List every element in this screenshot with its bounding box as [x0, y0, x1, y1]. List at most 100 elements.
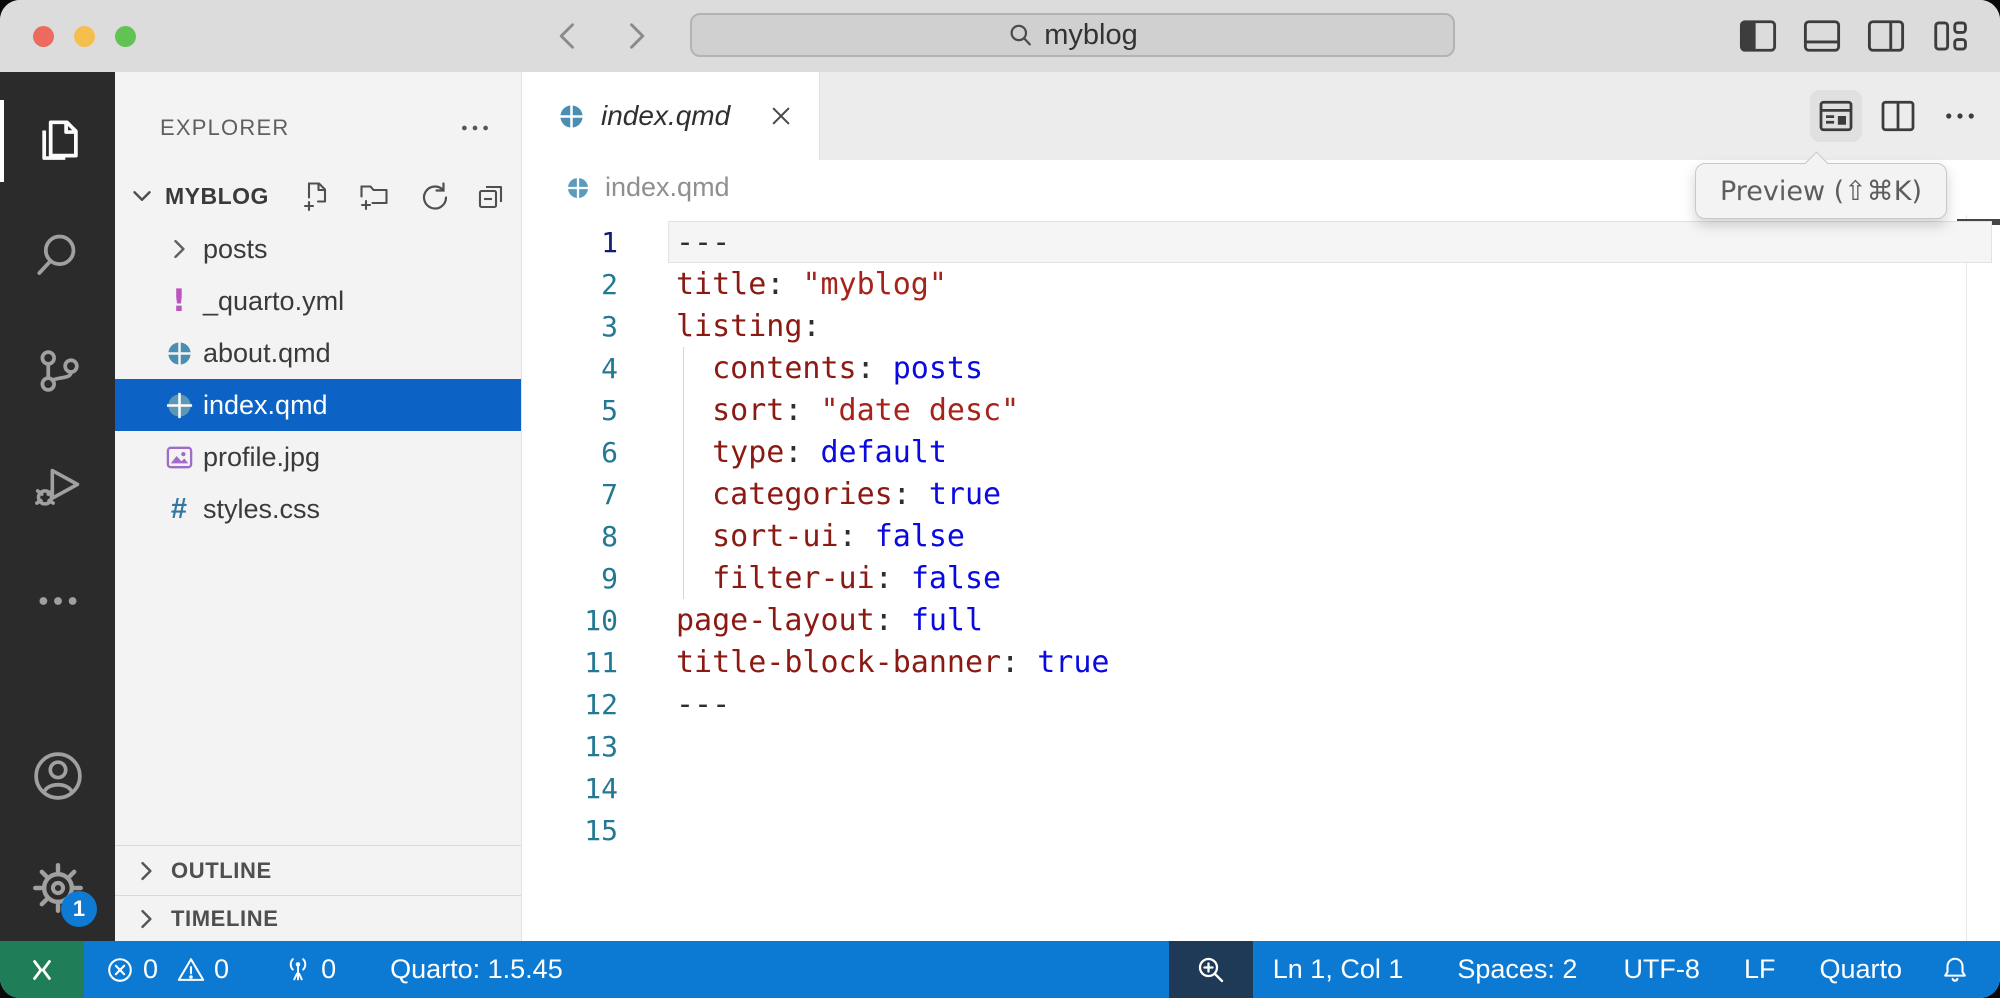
- eol-status[interactable]: LF: [1730, 941, 1790, 998]
- search-icon: [32, 230, 84, 282]
- quarto-file-icon: [556, 101, 587, 132]
- activitybar-source-control[interactable]: [0, 330, 115, 412]
- toggle-secondary-sidebar-button[interactable]: [1866, 14, 1906, 58]
- code-line: 2 title: "myblog": [522, 263, 2000, 305]
- tab-index-qmd[interactable]: index.qmd: [522, 72, 820, 160]
- settings-badge: 1: [61, 891, 97, 927]
- activitybar-settings[interactable]: 1: [0, 847, 115, 929]
- tree-item-styles-css[interactable]: # styles.css: [115, 483, 521, 535]
- outline-label: OUTLINE: [171, 858, 272, 884]
- line-number: 10: [522, 604, 618, 637]
- yaml-file-icon: !: [157, 279, 201, 323]
- explorer-title: EXPLORER: [160, 115, 289, 141]
- activitybar-search[interactable]: [0, 215, 115, 297]
- status-bar-right: Ln 1, Col 1 Spaces: 2 UTF-8 LF Quarto: [1169, 941, 2000, 998]
- tree-item-quarto-yml[interactable]: ! _quarto.yml: [115, 275, 521, 327]
- error-icon: [105, 955, 135, 985]
- activitybar-more[interactable]: [0, 560, 115, 642]
- close-window-button[interactable]: [33, 26, 54, 47]
- traffic-lights: [33, 26, 136, 47]
- zoom-window-button[interactable]: [115, 26, 136, 47]
- editor-actions: [1810, 88, 1986, 144]
- collapse-all-icon: [475, 180, 507, 212]
- new-file-button[interactable]: [295, 175, 339, 217]
- navigate-back-button[interactable]: [546, 14, 590, 58]
- search-value: myblog: [1044, 19, 1138, 52]
- tree-item-about-qmd[interactable]: about.qmd: [115, 327, 521, 379]
- code-editor[interactable]: 1 --- 2 title: "myblog" 3 listing: 4 con…: [522, 215, 2000, 941]
- toggle-primary-sidebar-button[interactable]: [1738, 14, 1778, 58]
- explorer-more-actions-button[interactable]: [453, 108, 497, 148]
- scrollbar-track-line: [1966, 215, 1967, 941]
- ports-status[interactable]: 0: [269, 941, 350, 998]
- navigate-forward-button[interactable]: [614, 14, 658, 58]
- collapse-folders-button[interactable]: [469, 175, 513, 217]
- line-number: 7: [522, 478, 618, 511]
- panel-bottom-icon: [1803, 19, 1841, 53]
- code-line: 10 page-layout: full: [522, 599, 2000, 641]
- language-mode-status[interactable]: Quarto: [1805, 941, 1916, 998]
- tab-label: index.qmd: [601, 100, 730, 132]
- explorer-header: EXPLORER: [160, 108, 497, 148]
- code-line: 5 sort: "date desc": [522, 389, 2000, 431]
- code-line: 1 ---: [522, 221, 2000, 263]
- problems-status[interactable]: 0 0: [84, 941, 243, 998]
- activitybar-run-debug[interactable]: [0, 445, 115, 527]
- warning-count: 0: [214, 954, 229, 985]
- code-line: 11 title-block-banner: true: [522, 641, 2000, 683]
- quarto-zoom-status[interactable]: [1169, 941, 1253, 998]
- remote-indicator[interactable]: [0, 941, 84, 998]
- tree-item-profile-jpg[interactable]: profile.jpg: [115, 431, 521, 483]
- sidebar-bottom-sections: OUTLINE TIMELINE: [115, 845, 521, 941]
- ellipsis-icon: [1942, 98, 1978, 134]
- timeline-section-header[interactable]: TIMELINE: [115, 895, 521, 941]
- zoom-in-icon: [1195, 954, 1227, 986]
- breadcrumb-file: index.qmd: [605, 172, 730, 203]
- activitybar-explorer[interactable]: [0, 100, 115, 182]
- explorer-sidebar: EXPLORER MYBLOG: [115, 72, 522, 941]
- preview-icon: [1816, 97, 1856, 135]
- cursor-position-status[interactable]: Ln 1, Col 1: [1253, 941, 1418, 998]
- command-center-search[interactable]: myblog: [690, 13, 1455, 57]
- toggle-panel-button[interactable]: [1802, 14, 1842, 58]
- minimize-window-button[interactable]: [74, 26, 95, 47]
- outline-section-header[interactable]: OUTLINE: [115, 845, 521, 895]
- customize-layout-button[interactable]: [1930, 14, 1970, 58]
- tab-strip: index.qmd: [522, 72, 2000, 160]
- current-line-highlight: [668, 221, 1992, 263]
- css-file-icon: #: [157, 487, 201, 531]
- preview-button[interactable]: [1810, 90, 1862, 142]
- encoding-status[interactable]: UTF-8: [1609, 941, 1714, 998]
- tree-item-posts[interactable]: posts: [115, 223, 521, 275]
- line-number: 6: [522, 436, 618, 469]
- editor-more-actions-button[interactable]: [1934, 90, 1986, 142]
- explorer-toolbar: [295, 175, 513, 217]
- preview-tooltip: Preview (⇧⌘K): [1695, 163, 1947, 219]
- notifications-button[interactable]: [1926, 941, 1980, 998]
- code-line: 9 filter-ui: false: [522, 557, 2000, 599]
- line-number: 5: [522, 394, 618, 427]
- indentation-status[interactable]: Spaces: 2: [1443, 941, 1591, 998]
- new-folder-button[interactable]: [353, 175, 397, 217]
- ports-count: 0: [321, 954, 336, 985]
- code-line: 14: [522, 767, 2000, 809]
- quarto-version-status[interactable]: Quarto: 1.5.45: [376, 941, 577, 998]
- broadcast-tower-icon: [283, 955, 313, 985]
- close-tab-button[interactable]: [761, 96, 801, 136]
- sidebar-right-icon: [1867, 19, 1905, 53]
- workspace-section-header[interactable]: MYBLOG: [125, 172, 513, 220]
- refresh-button[interactable]: [411, 175, 455, 217]
- file-name: index.qmd: [203, 390, 328, 421]
- line-number: 8: [522, 520, 618, 553]
- refresh-icon: [417, 180, 449, 212]
- close-icon: [768, 103, 794, 129]
- activitybar-accounts[interactable]: [0, 735, 115, 817]
- split-editor-button[interactable]: [1872, 90, 1924, 142]
- tree-item-index-qmd-selected[interactable]: index.qmd: [115, 379, 521, 431]
- file-name: styles.css: [203, 494, 320, 525]
- code-line: 12 ---: [522, 683, 2000, 725]
- image-file-icon: [157, 435, 201, 479]
- error-count: 0: [143, 954, 158, 985]
- code-line: 15: [522, 809, 2000, 851]
- file-name: profile.jpg: [203, 442, 320, 473]
